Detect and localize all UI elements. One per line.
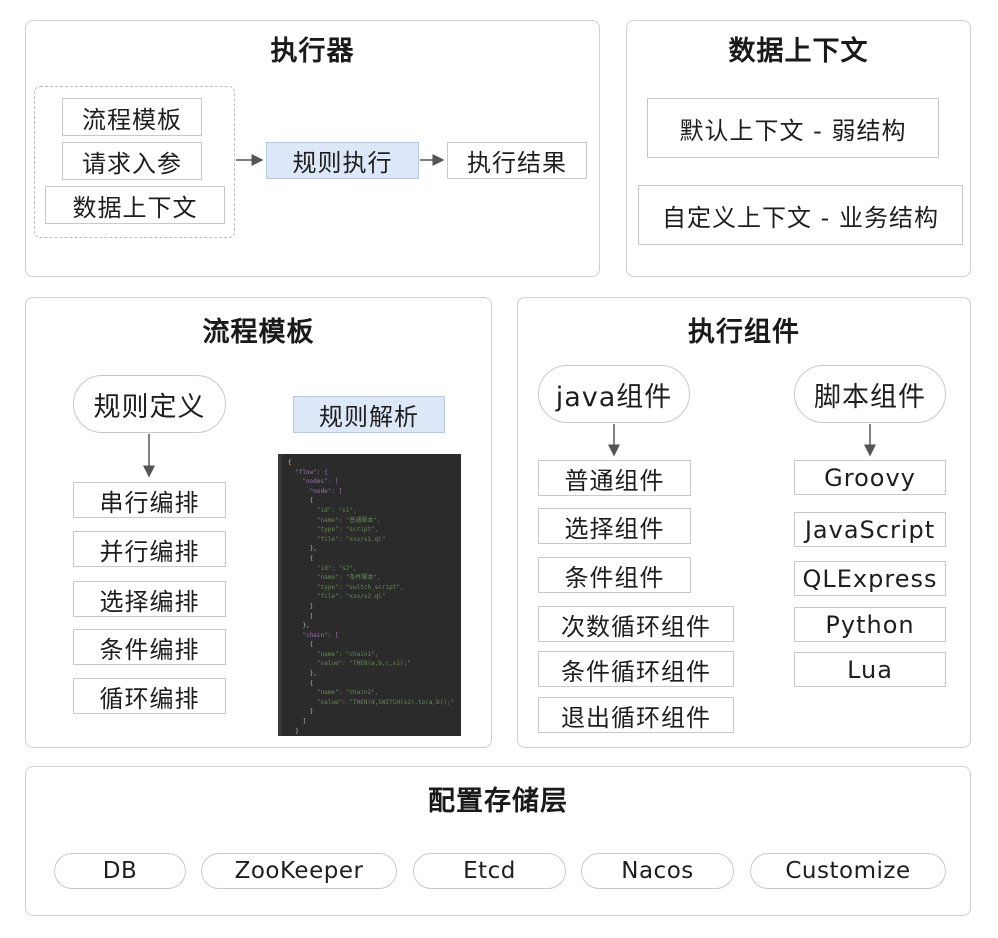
connector-arrows (143, 154, 876, 478)
